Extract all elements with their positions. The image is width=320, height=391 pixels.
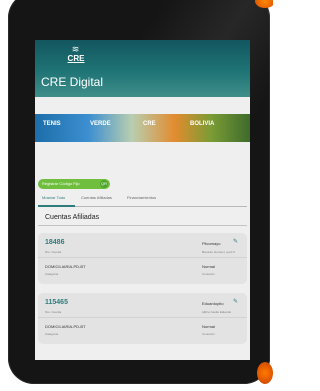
- banner-word: TENIS: [43, 121, 61, 127]
- account-category-caption: Categoría: [45, 332, 59, 336]
- account-card[interactable]: 18486 Nro. Cuenta Pilcomayo ✎ Benanio Go…: [38, 233, 247, 284]
- register-code-button[interactable]: Registrar Código Fijo QR: [38, 179, 110, 189]
- account-connection: Normal: [202, 264, 215, 269]
- account-alias: Pilcomayo: [202, 241, 221, 246]
- app-screen: ≋ CRE CRE Digital TENIS VERDE CRE BOLIVI…: [35, 40, 250, 360]
- account-card[interactable]: 115465 Nro. Cuenta Eduardopito ✎ Aljhre …: [38, 293, 247, 344]
- banner-word: VERDE: [90, 121, 111, 127]
- stage: ≋ CRE CRE Digital TENIS VERDE CRE BOLIVI…: [0, 0, 273, 391]
- cre-logo: ≋ CRE: [61, 44, 91, 64]
- tab-affiliated-accounts[interactable]: Cuentas Afiliadas: [81, 195, 112, 200]
- section-divider: [38, 225, 247, 226]
- register-code-label: Registrar Código Fijo: [42, 181, 80, 186]
- card-divider: [38, 317, 247, 318]
- tab-financing[interactable]: Financiamientos: [127, 195, 156, 200]
- accounts-panel: Mostrar Todo Cuentas Afiliadas Financiam…: [38, 193, 247, 344]
- orange-accent-bottom: [257, 362, 273, 384]
- edit-pencil-icon[interactable]: ✎: [233, 298, 238, 305]
- account-number-caption: Nro. Cuenta: [45, 310, 62, 314]
- account-holder: Benanio Gomes | a.pd N: [202, 250, 235, 254]
- account-number-caption: Nro. Cuenta: [45, 250, 62, 254]
- card-divider: [38, 257, 247, 258]
- tab-show-all[interactable]: Mostrar Todo: [42, 195, 65, 200]
- account-category: DOMICILIARIA-PD-BT: [45, 264, 86, 269]
- logo-text: CRE: [67, 54, 85, 63]
- qr-icon: QR: [100, 180, 108, 188]
- app-title: CRE Digital: [41, 75, 104, 89]
- account-connection: Normal: [202, 324, 215, 329]
- tab-bar: Mostrar Todo Cuentas Afiliadas Financiam…: [38, 193, 247, 207]
- account-category-caption: Categoría: [45, 272, 59, 276]
- app-header: ≋ CRE CRE Digital: [35, 40, 250, 97]
- account-alias: Eduardopito: [202, 301, 224, 306]
- account-holder: Aljhre Castle Eduardo: [202, 310, 232, 314]
- banner-word: BOLIVIA: [190, 121, 215, 127]
- account-number: 18486: [45, 239, 65, 246]
- banner-word: CRE: [143, 121, 156, 127]
- edit-pencil-icon[interactable]: ✎: [233, 238, 238, 245]
- account-category: DOMICILIARIA-PD-BT: [45, 324, 86, 329]
- account-connection-caption: Conexión: [202, 332, 215, 336]
- section-title: Cuentas Afiliadas: [45, 214, 100, 221]
- active-tab-indicator: [38, 205, 75, 207]
- account-connection-caption: Conexión: [202, 272, 215, 276]
- promo-banner[interactable]: TENIS VERDE CRE BOLIVIA: [35, 114, 250, 142]
- wave-icon: ≋: [71, 44, 81, 54]
- account-number: 115465: [45, 299, 68, 306]
